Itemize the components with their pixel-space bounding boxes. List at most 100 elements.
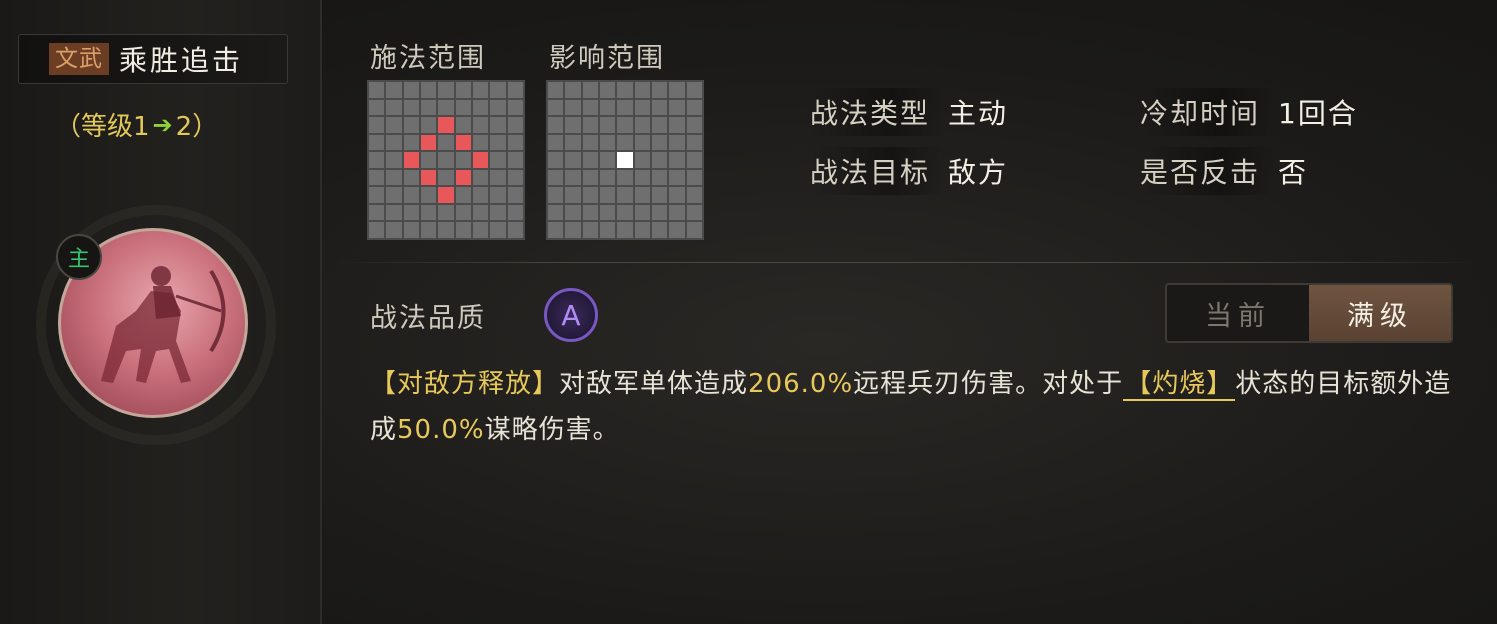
quality-label: 战法品质: [370, 303, 486, 334]
grid-cell: [686, 117, 702, 133]
grid-cell: [669, 204, 685, 221]
counter-label: 是否反击: [1140, 147, 1277, 195]
grid-cell: [582, 222, 598, 238]
grid-cell: [472, 134, 489, 151]
grid-cell: [455, 222, 471, 238]
effect-range-label: 影响范围: [549, 43, 665, 74]
grid-cell: [617, 82, 633, 98]
grid-cell: [420, 169, 437, 186]
grid-cell: [565, 187, 581, 203]
grid-cell: [386, 117, 402, 133]
grid-cell: [617, 134, 633, 151]
grid-cell: [507, 222, 523, 238]
grid-cell: [634, 222, 650, 238]
description-part4: 谋略伤害。: [484, 415, 620, 445]
left-panel: 文武 乘胜追击 （等级1 ➔ 2） 主: [0, 0, 322, 624]
main-badge: 主: [56, 234, 102, 280]
grid-cell: [438, 204, 454, 221]
grid-cell: [565, 152, 581, 168]
grid-cell: [599, 82, 616, 98]
grid-cell: [634, 117, 650, 133]
grid-cell: [617, 152, 633, 168]
cooldown-row: 冷却时间 1回合: [1140, 88, 1358, 136]
grid-cell: [582, 99, 598, 116]
quality-badge-icon: A: [544, 288, 598, 342]
grid-cell: [420, 187, 437, 203]
grid-cell: [507, 134, 523, 151]
grid-cell: [507, 117, 523, 133]
grid-cell: [651, 204, 668, 221]
level-arrow-icon: ➔: [152, 110, 173, 139]
grid-cell: [369, 82, 385, 98]
grid-cell: [472, 82, 489, 98]
grid-cell: [651, 187, 668, 203]
description-part1: 对敌军单体造成: [559, 369, 749, 399]
skill-type-tag: 文武: [49, 43, 109, 75]
grid-cell: [369, 204, 385, 221]
grid-cell: [548, 99, 564, 116]
grid-cell: [438, 169, 454, 186]
grid-cell: [651, 134, 668, 151]
effect-range-grid: [546, 80, 704, 240]
grid-cell: [617, 99, 633, 116]
grid-cell: [582, 152, 598, 168]
grid-cell: [634, 99, 650, 116]
grid-cell: [582, 169, 598, 186]
grid-cell: [651, 82, 668, 98]
grid-cell: [490, 152, 506, 168]
grid-cell: [599, 99, 616, 116]
grid-cell: [490, 117, 506, 133]
grid-cell: [386, 222, 402, 238]
grid-cell: [386, 134, 402, 151]
grid-cell: [420, 222, 437, 238]
grid-cell: [507, 82, 523, 98]
grid-cell: [634, 152, 650, 168]
grid-cell: [565, 134, 581, 151]
description-value1: 206.0%: [748, 369, 854, 399]
grid-cell: [490, 187, 506, 203]
section-divider: [330, 262, 1480, 263]
grid-cell: [438, 82, 454, 98]
grid-cell: [599, 187, 616, 203]
level-toggle: 当前 满级: [1165, 283, 1453, 343]
grid-cell: [565, 222, 581, 238]
grid-cell: [548, 187, 564, 203]
current-level-button[interactable]: 当前: [1167, 285, 1309, 341]
skill-name: 乘胜追击: [119, 44, 244, 77]
grid-cell: [420, 99, 437, 116]
grid-cell: [455, 152, 471, 168]
counter-row: 是否反击 否: [1140, 147, 1308, 195]
grid-cell: [548, 169, 564, 186]
grid-cell: [490, 99, 506, 116]
grid-cell: [455, 169, 471, 186]
grid-cell: [686, 82, 702, 98]
grid-cell: [403, 187, 419, 203]
grid-cell: [565, 204, 581, 221]
grid-cell: [369, 117, 385, 133]
grid-cell: [490, 169, 506, 186]
tactic-target-value: 敌方: [948, 156, 1009, 189]
grid-cell: [472, 152, 489, 168]
burn-status-link[interactable]: 【灼烧】: [1123, 369, 1236, 401]
grid-cell: [651, 99, 668, 116]
grid-cell: [599, 222, 616, 238]
grid-cell: [438, 117, 454, 133]
grid-cell: [634, 134, 650, 151]
grid-cell: [403, 82, 419, 98]
cooldown-label: 冷却时间: [1140, 88, 1277, 136]
grid-cell: [669, 99, 685, 116]
grid-cell: [617, 204, 633, 221]
grid-cell: [386, 204, 402, 221]
grid-cell: [386, 169, 402, 186]
max-level-button[interactable]: 满级: [1309, 285, 1451, 341]
grid-cell: [403, 99, 419, 116]
grid-cell: [617, 117, 633, 133]
grid-cell: [548, 152, 564, 168]
grid-cell: [369, 99, 385, 116]
grid-cell: [369, 152, 385, 168]
grid-cell: [455, 187, 471, 203]
grid-cell: [438, 187, 454, 203]
cast-range-grid: [367, 80, 525, 240]
tactic-type-row: 战法类型 主动: [810, 88, 1008, 136]
grid-cell: [582, 82, 598, 98]
